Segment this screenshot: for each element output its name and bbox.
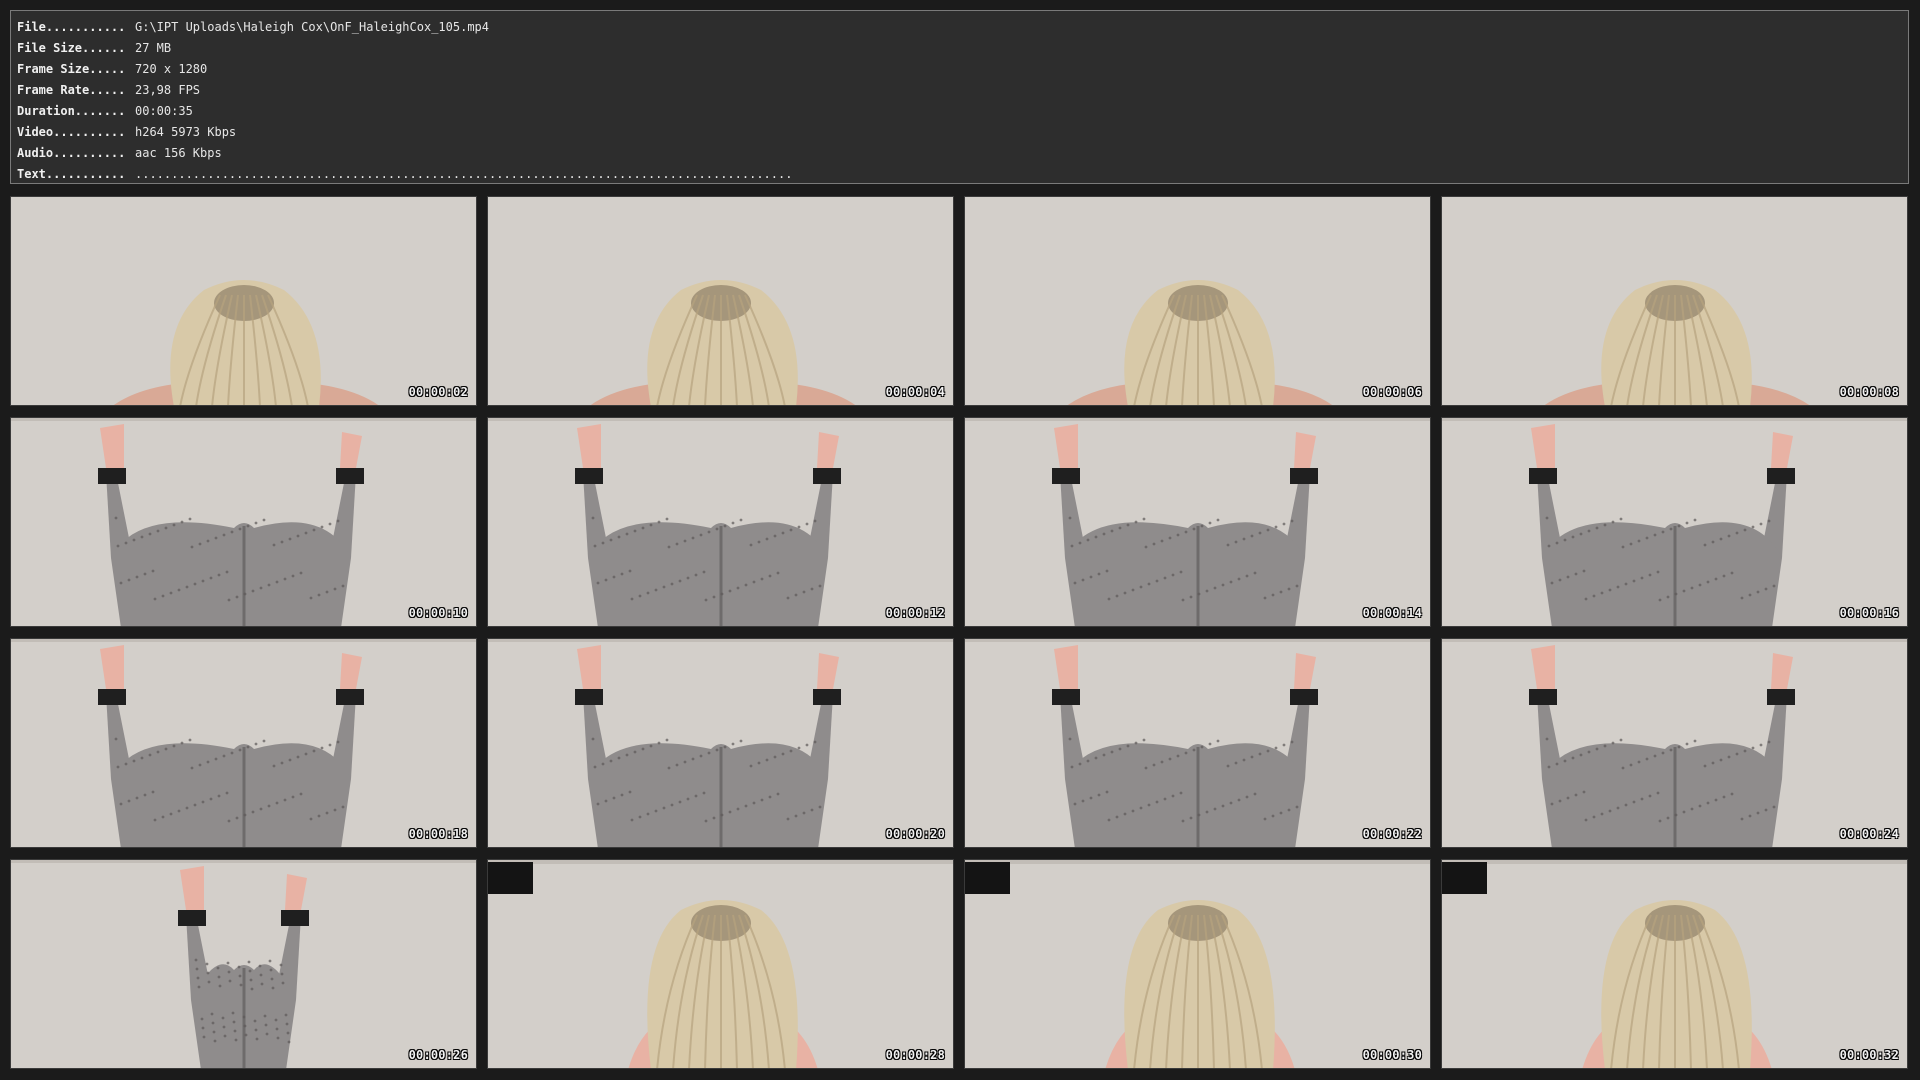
info-row-frame-rate: Frame Rate..... 23,98 FPS bbox=[17, 80, 1902, 101]
thumbnail-grid: 00:00:02 00:00:04 00:00:06 00:00:08 00:00:10… bbox=[10, 196, 1909, 1070]
info-value: G:\IPT Uploads\Haleigh Cox\OnF_HaleighCo… bbox=[135, 20, 490, 34]
video-thumbnail[interactable]: 00:00:24 bbox=[1441, 638, 1908, 848]
thumbnail-timestamp: 00:00:22 bbox=[1362, 827, 1422, 841]
thumbnail-frame bbox=[488, 639, 953, 847]
info-row-file-size: File Size...... 27 MB bbox=[17, 38, 1902, 59]
thumbnail-timestamp: 00:00:02 bbox=[408, 385, 468, 399]
info-key: Text........... bbox=[17, 167, 126, 181]
info-key: File........... bbox=[17, 20, 126, 34]
thumbnail-timestamp: 00:00:04 bbox=[885, 385, 945, 399]
video-thumbnail[interactable]: 00:00:14 bbox=[964, 417, 1431, 627]
info-value: 720 x 1280 bbox=[135, 62, 208, 76]
video-thumbnail[interactable]: 00:00:28 bbox=[487, 859, 954, 1069]
info-value: aac 156 Kbps bbox=[135, 146, 222, 160]
thumbnail-timestamp: 00:00:30 bbox=[1362, 1048, 1422, 1062]
info-value: 27 MB bbox=[135, 41, 172, 55]
info-row-frame-size: Frame Size..... 720 x 1280 bbox=[17, 59, 1902, 80]
thumbnail-frame bbox=[1442, 197, 1907, 405]
video-thumbnail[interactable]: 00:00:30 bbox=[964, 859, 1431, 1069]
thumbnail-frame bbox=[11, 639, 476, 847]
info-value: ........................................… bbox=[135, 167, 793, 181]
info-key: Frame Size..... bbox=[17, 62, 126, 76]
info-key: Video.......... bbox=[17, 125, 126, 139]
thumbnail-timestamp: 00:00:32 bbox=[1839, 1048, 1899, 1062]
thumbnail-frame bbox=[965, 197, 1430, 405]
video-thumbnail[interactable]: 00:00:06 bbox=[964, 196, 1431, 406]
info-value: 23,98 FPS bbox=[135, 83, 201, 97]
thumbnail-frame bbox=[11, 860, 476, 1068]
thumbnail-timestamp: 00:00:16 bbox=[1839, 606, 1899, 620]
video-thumbnail[interactable]: 00:00:16 bbox=[1441, 417, 1908, 627]
thumbnail-timestamp: 00:00:10 bbox=[408, 606, 468, 620]
thumbnail-frame bbox=[1442, 860, 1907, 1068]
thumbnail-frame bbox=[488, 197, 953, 405]
info-row-file: File........... G:\IPT Uploads\Haleigh C… bbox=[17, 17, 1902, 38]
video-thumbnail[interactable]: 00:00:26 bbox=[10, 859, 477, 1069]
video-thumbnail[interactable]: 00:00:12 bbox=[487, 417, 954, 627]
thumbnail-frame bbox=[488, 418, 953, 626]
thumbnail-timestamp: 00:00:18 bbox=[408, 827, 468, 841]
info-key: Frame Rate..... bbox=[17, 83, 126, 97]
info-key: File Size...... bbox=[17, 41, 126, 55]
video-thumbnail[interactable]: 00:00:32 bbox=[1441, 859, 1908, 1069]
info-row-text: Text........... ........................… bbox=[17, 164, 1902, 185]
thumbnail-timestamp: 00:00:12 bbox=[885, 606, 945, 620]
info-row-audio: Audio.......... aac 156 Kbps bbox=[17, 143, 1902, 164]
info-key: Audio.......... bbox=[17, 146, 126, 160]
info-value: h264 5973 Kbps bbox=[135, 125, 237, 139]
thumbnail-timestamp: 00:00:14 bbox=[1362, 606, 1422, 620]
video-thumbnail[interactable]: 00:00:08 bbox=[1441, 196, 1908, 406]
video-thumbnail[interactable]: 00:00:18 bbox=[10, 638, 477, 848]
thumbnail-frame bbox=[965, 860, 1430, 1068]
thumbnail-frame bbox=[488, 860, 953, 1068]
thumbnail-frame bbox=[965, 418, 1430, 626]
thumbnail-frame bbox=[11, 418, 476, 626]
thumbnail-frame bbox=[1442, 639, 1907, 847]
info-row-duration: Duration....... 00:00:35 bbox=[17, 101, 1902, 122]
thumbnail-timestamp: 00:00:08 bbox=[1839, 385, 1899, 399]
video-thumbnail[interactable]: 00:00:10 bbox=[10, 417, 477, 627]
video-thumbnail[interactable]: 00:00:04 bbox=[487, 196, 954, 406]
thumbnail-timestamp: 00:00:06 bbox=[1362, 385, 1422, 399]
contact-sheet: File........... G:\IPT Uploads\Haleigh C… bbox=[0, 0, 1920, 1080]
thumbnail-timestamp: 00:00:26 bbox=[408, 1048, 468, 1062]
thumbnail-frame bbox=[965, 639, 1430, 847]
thumbnail-frame bbox=[11, 197, 476, 405]
video-thumbnail[interactable]: 00:00:02 bbox=[10, 196, 477, 406]
thumbnail-timestamp: 00:00:20 bbox=[885, 827, 945, 841]
info-value: 00:00:35 bbox=[135, 104, 193, 118]
video-thumbnail[interactable]: 00:00:22 bbox=[964, 638, 1431, 848]
info-row-video: Video.......... h264 5973 Kbps bbox=[17, 122, 1902, 143]
thumbnail-timestamp: 00:00:24 bbox=[1839, 827, 1899, 841]
media-info-panel: File........... G:\IPT Uploads\Haleigh C… bbox=[10, 10, 1909, 184]
thumbnail-frame bbox=[1442, 418, 1907, 626]
thumbnail-timestamp: 00:00:28 bbox=[885, 1048, 945, 1062]
video-thumbnail[interactable]: 00:00:20 bbox=[487, 638, 954, 848]
info-key: Duration....... bbox=[17, 104, 126, 118]
